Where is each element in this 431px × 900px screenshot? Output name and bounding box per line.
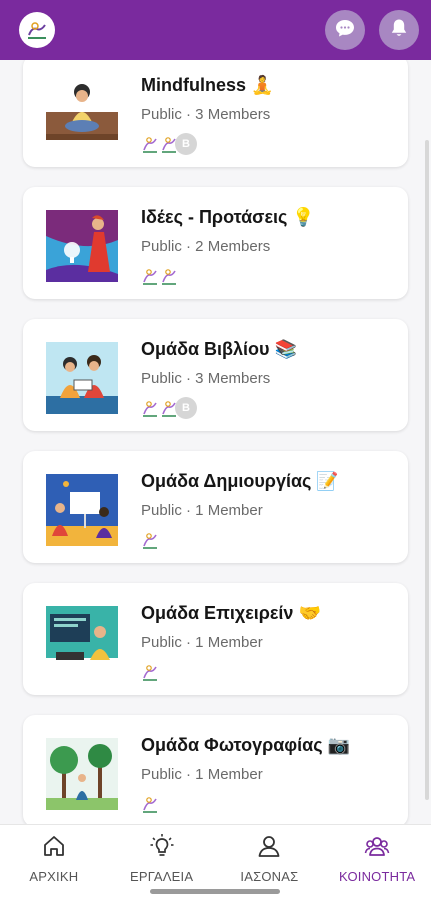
- member-avatar-icon: [141, 794, 159, 814]
- nav-item-home[interactable]: ΑΡΧΙΚΗ: [0, 825, 108, 900]
- member-avatars: [141, 793, 160, 815]
- lightbulb-icon: [149, 833, 175, 864]
- group-card-mindfulness[interactable]: Mindfulness 🧘 Public · 3 Members B: [23, 60, 408, 167]
- member-avatars: B: [141, 397, 197, 419]
- park-photography-illustration: [46, 738, 118, 810]
- app-logo-icon[interactable]: [19, 12, 55, 48]
- member-avatars: [141, 661, 160, 683]
- member-avatars: [141, 265, 179, 287]
- member-avatar-icon: [141, 266, 159, 286]
- group-meta: Public · 1 Member: [141, 502, 263, 519]
- home-indicator[interactable]: [150, 889, 280, 894]
- group-title: Mindfulness 🧘: [141, 75, 274, 95]
- group-meta: Public · 2 Members: [141, 238, 271, 255]
- member-avatar-icon: [141, 530, 159, 550]
- group-meta: Public · 3 Members: [141, 106, 271, 123]
- group-title: Ομάδα Δημιουργίας 📝: [141, 471, 339, 491]
- nav-item-community[interactable]: ΚΟΙΝΟΤΗΤΑ: [323, 825, 431, 900]
- member-avatar-letter: B: [175, 397, 197, 419]
- top-app-bar: [0, 0, 431, 60]
- woman-meditating-illustration: [46, 78, 118, 150]
- member-avatar-icon: [160, 266, 178, 286]
- nav-label: ΚΟΙΝΟΤΗΤΑ: [338, 869, 416, 884]
- group-title: Ομάδα Βιβλίου 📚: [141, 339, 297, 359]
- member-avatar-icon: [141, 134, 159, 154]
- people-reading-illustration: [46, 342, 118, 414]
- man-laptop-illustration: [46, 606, 118, 678]
- group-card-business[interactable]: Ομάδα Επιχειρείν 🤝 Public · 1 Member: [23, 583, 408, 695]
- bell-icon: [388, 17, 410, 44]
- presentation-illustration: [46, 474, 118, 546]
- home-icon: [41, 833, 67, 864]
- member-avatar-letter: B: [175, 133, 197, 155]
- nav-label: ΙΑΣΟΝΑΣ: [240, 869, 299, 884]
- member-avatar-icon: [141, 662, 159, 682]
- group-title: Ιδέες - Προτάσεις 💡: [141, 207, 315, 227]
- member-avatars: B: [141, 133, 197, 155]
- group-meta: Public · 3 Members: [141, 370, 271, 387]
- community-icon: [364, 833, 390, 864]
- nav-label: ΑΡΧΙΚΗ: [29, 869, 79, 884]
- person-icon: [256, 833, 282, 864]
- woman-lightbulb-illustration: [46, 210, 118, 282]
- chat-button[interactable]: [325, 10, 365, 50]
- group-title: Ομάδα Φωτογραφίας 📷: [141, 735, 350, 755]
- group-meta: Public · 1 Member: [141, 634, 263, 651]
- group-card-creativity[interactable]: Ομάδα Δημιουργίας 📝 Public · 1 Member: [23, 451, 408, 563]
- notifications-button[interactable]: [379, 10, 419, 50]
- group-card-book-club[interactable]: Ομάδα Βιβλίου 📚 Public · 3 Members B: [23, 319, 408, 431]
- member-avatars: [141, 529, 160, 551]
- group-title: Ομάδα Επιχειρείν 🤝: [141, 603, 321, 623]
- chat-bubble-icon: [334, 17, 356, 44]
- list-scrollbar[interactable]: [425, 140, 429, 800]
- group-meta: Public · 1 Member: [141, 766, 263, 783]
- groups-list[interactable]: Mindfulness 🧘 Public · 3 Members B Ιδέες…: [0, 60, 431, 824]
- group-card-photography[interactable]: Ομάδα Φωτογραφίας 📷 Public · 1 Member: [23, 715, 408, 824]
- group-card-ideas[interactable]: Ιδέες - Προτάσεις 💡 Public · 2 Members: [23, 187, 408, 299]
- member-avatar-icon: [141, 398, 159, 418]
- nav-label: ΕΡΓΑΛΕΙΑ: [130, 869, 194, 884]
